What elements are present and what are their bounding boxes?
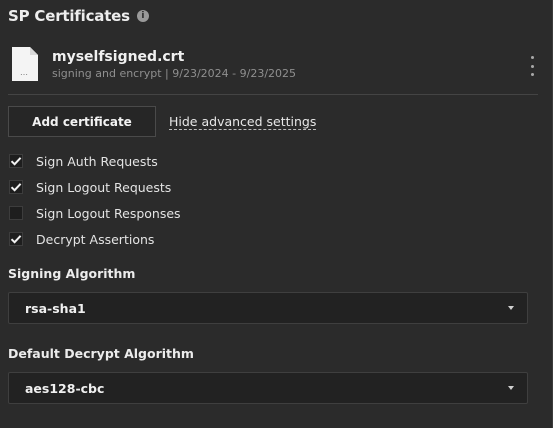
checkmark-icon [10, 235, 22, 244]
chevron-down-icon [508, 306, 514, 310]
chevron-down-icon [508, 386, 514, 390]
hide-advanced-settings-link[interactable]: Hide advanced settings [169, 114, 317, 130]
certificate-name: myselfsigned.crt [52, 49, 185, 65]
section-header: SP Certificates i [8, 6, 149, 26]
certificate-meta: signing and encrypt | 9/23/2024 - 9/23/2… [52, 67, 297, 80]
option-sign-logout-responses[interactable]: Sign Logout Responses [9, 205, 181, 221]
option-sign-logout-requests[interactable]: Sign Logout Requests [9, 179, 181, 195]
checkmark-icon [10, 157, 22, 166]
signing-options: Sign Auth Requests Sign Logout Requests … [9, 153, 181, 257]
signing-algorithm-select[interactable]: rsa-sha1 [8, 292, 528, 324]
checkbox-sign-logout-responses[interactable] [9, 206, 23, 220]
info-icon[interactable]: i [136, 10, 149, 22]
option-sign-auth-requests[interactable]: Sign Auth Requests [9, 153, 181, 169]
option-label: Sign Auth Requests [36, 153, 158, 169]
decrypt-algorithm-label: Default Decrypt Algorithm [8, 346, 194, 361]
option-label: Sign Logout Responses [36, 205, 181, 221]
signing-algorithm-label: Signing Algorithm [8, 266, 136, 281]
checkbox-sign-auth-requests[interactable] [9, 154, 23, 168]
option-label: Decrypt Assertions [36, 231, 155, 247]
decrypt-algorithm-value: aes128-cbc [25, 380, 105, 396]
certificate-row: … myselfsigned.crt signing and encrypt |… [8, 42, 538, 95]
signing-algorithm-value: rsa-sha1 [25, 300, 86, 316]
option-decrypt-assertions[interactable]: Decrypt Assertions [9, 231, 181, 247]
checkbox-sign-logout-requests[interactable] [9, 180, 23, 194]
file-icon: … [11, 46, 39, 82]
add-certificate-button[interactable]: Add certificate [8, 106, 156, 137]
more-options-icon[interactable] [526, 56, 538, 76]
sp-certificates-panel: SP Certificates i … myselfsigned.crt sig… [0, 0, 553, 428]
file-icon-glyph: … [20, 68, 28, 77]
option-label: Sign Logout Requests [36, 179, 172, 195]
certificate-info: myselfsigned.crt signing and encrypt | 9… [52, 48, 296, 81]
section-title: SP Certificates [8, 7, 130, 25]
decrypt-algorithm-select[interactable]: aes128-cbc [8, 372, 528, 404]
checkmark-icon [10, 183, 22, 192]
checkbox-decrypt-assertions[interactable] [9, 232, 23, 246]
